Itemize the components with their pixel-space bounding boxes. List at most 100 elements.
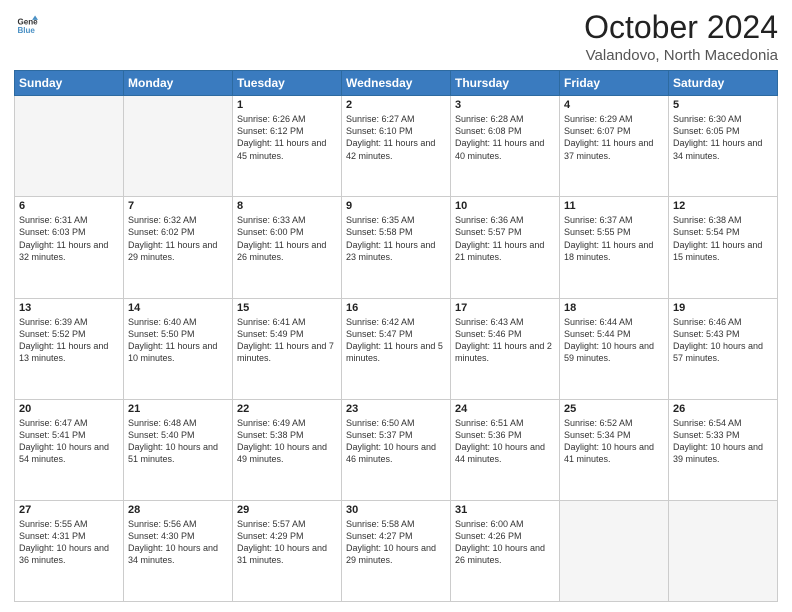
cell-info-line: Sunrise: 6:35 AM xyxy=(346,214,446,226)
day-number: 22 xyxy=(237,403,337,415)
cell-info-line: Sunrise: 6:41 AM xyxy=(237,316,337,328)
logo: General Blue xyxy=(14,14,38,36)
cell-info-line: Daylight: 11 hours and 13 minutes. xyxy=(19,340,119,364)
cell-info-line: Sunrise: 6:26 AM xyxy=(237,113,337,125)
day-number: 11 xyxy=(564,200,664,212)
day-number: 6 xyxy=(19,200,119,212)
cell-info-line: Sunset: 5:33 PM xyxy=(673,429,773,441)
cell-info-line: Daylight: 10 hours and 49 minutes. xyxy=(237,441,337,465)
cell-info-line: Sunset: 5:38 PM xyxy=(237,429,337,441)
cell-info-line: Daylight: 10 hours and 51 minutes. xyxy=(128,441,228,465)
cell-info-line: Sunset: 5:46 PM xyxy=(455,328,555,340)
cell-info-line: Sunrise: 6:42 AM xyxy=(346,316,446,328)
calendar-cell xyxy=(669,500,778,601)
calendar-cell: 13 Sunrise: 6:39 AMSunset: 5:52 PMDayligh… xyxy=(15,298,124,399)
calendar-cell: 18 Sunrise: 6:44 AMSunset: 5:44 PMDayligh… xyxy=(560,298,669,399)
cell-info-line: Sunset: 5:34 PM xyxy=(564,429,664,441)
calendar-cell: 15Sunrise: 6:41 AMSunset: 5:49 PMDayligh… xyxy=(233,298,342,399)
cell-info-line: Daylight: 10 hours and 59 minutes. xyxy=(564,340,664,364)
cell-info-line: Daylight: 11 hours and 40 minutes. xyxy=(455,137,555,161)
cell-info-line: Sunrise: 6:00 AM xyxy=(455,518,555,530)
day-number: 15 xyxy=(237,302,337,314)
calendar-cell xyxy=(124,96,233,197)
day-number: 18 xyxy=(564,302,664,314)
cell-info-line: Sunset: 5:58 PM xyxy=(346,226,446,238)
cell-info-line: Sunset: 6:07 PM xyxy=(564,125,664,137)
cell-info-line: Sunset: 6:00 PM xyxy=(237,226,337,238)
cell-info-line: Sunset: 5:36 PM xyxy=(455,429,555,441)
cell-info-line: Daylight: 11 hours and 34 minutes. xyxy=(673,137,773,161)
cell-info-line: Daylight: 10 hours and 54 minutes. xyxy=(19,441,119,465)
cell-info-line: Daylight: 11 hours and 45 minutes. xyxy=(237,137,337,161)
calendar-cell: 1 Sunrise: 6:26 AMSunset: 6:12 PMDaylight… xyxy=(233,96,342,197)
cell-info-line: Daylight: 11 hours and 37 minutes. xyxy=(564,137,664,161)
day-number: 4 xyxy=(564,99,664,111)
day-number: 13 xyxy=(19,302,119,314)
cell-info-line: Daylight: 11 hours and 2 minutes. xyxy=(455,340,555,364)
cell-info-line: Daylight: 10 hours and 34 minutes. xyxy=(128,542,228,566)
cell-info-line: Sunset: 5:37 PM xyxy=(346,429,446,441)
cell-info-line: Daylight: 11 hours and 18 minutes. xyxy=(564,239,664,263)
cell-info-line: Sunset: 5:57 PM xyxy=(455,226,555,238)
cell-info-line: Sunset: 4:31 PM xyxy=(19,530,119,542)
day-number: 12 xyxy=(673,200,773,212)
col-thursday: Thursday xyxy=(451,71,560,96)
calendar-cell: 9Sunrise: 6:35 AMSunset: 5:58 PMDaylight… xyxy=(342,197,451,298)
day-number: 31 xyxy=(455,504,555,516)
cell-info-line: Sunrise: 5:55 AM xyxy=(19,518,119,530)
cell-info-line: Daylight: 10 hours and 36 minutes. xyxy=(19,542,119,566)
day-number: 24 xyxy=(455,403,555,415)
day-number: 26 xyxy=(673,403,773,415)
col-sunday: Sunday xyxy=(15,71,124,96)
day-number: 3 xyxy=(455,99,555,111)
cell-info-line: Daylight: 11 hours and 26 minutes. xyxy=(237,239,337,263)
cell-info-line: Sunrise: 5:57 AM xyxy=(237,518,337,530)
cell-info-line: Sunset: 6:08 PM xyxy=(455,125,555,137)
cell-info-line: Daylight: 10 hours and 57 minutes. xyxy=(673,340,773,364)
calendar-cell: 7Sunrise: 6:32 AMSunset: 6:02 PMDaylight… xyxy=(124,197,233,298)
cell-info-line: Sunset: 6:03 PM xyxy=(19,226,119,238)
subtitle: Valandovo, North Macedonia xyxy=(584,47,778,64)
cell-info-line: Sunset: 5:44 PM xyxy=(564,328,664,340)
col-tuesday: Tuesday xyxy=(233,71,342,96)
calendar-week-row: 27Sunrise: 5:55 AMSunset: 4:31 PMDayligh… xyxy=(15,500,778,601)
cell-info-line: Sunrise: 6:39 AM xyxy=(19,316,119,328)
col-wednesday: Wednesday xyxy=(342,71,451,96)
calendar-cell: 29Sunrise: 5:57 AMSunset: 4:29 PMDayligh… xyxy=(233,500,342,601)
cell-info-line: Daylight: 10 hours and 46 minutes. xyxy=(346,441,446,465)
day-number: 17 xyxy=(455,302,555,314)
calendar-cell: 2Sunrise: 6:27 AMSunset: 6:10 PMDaylight… xyxy=(342,96,451,197)
day-number: 28 xyxy=(128,504,228,516)
calendar-cell: 31Sunrise: 6:00 AMSunset: 4:26 PMDayligh… xyxy=(451,500,560,601)
cell-info-line: Sunset: 6:12 PM xyxy=(237,125,337,137)
col-friday: Friday xyxy=(560,71,669,96)
cell-info-line: Sunrise: 6:32 AM xyxy=(128,214,228,226)
cell-info-line: Sunset: 5:52 PM xyxy=(19,328,119,340)
cell-info-line: Daylight: 11 hours and 42 minutes. xyxy=(346,137,446,161)
calendar-week-row: 1Sunrise: 6:26 AMSunset: 6:12 PMDaylight… xyxy=(15,96,778,197)
calendar-cell: 23Sunrise: 6:50 AMSunset: 5:37 PMDayligh… xyxy=(342,399,451,500)
calendar-cell: 28 Sunrise: 5:56 AMSunset: 4:30 PMDayligh… xyxy=(124,500,233,601)
day-number: 25 xyxy=(564,403,664,415)
cell-info-line: Daylight: 10 hours and 31 minutes. xyxy=(237,542,337,566)
day-number: 1 xyxy=(237,99,337,111)
cell-info-line: Sunset: 5:50 PM xyxy=(128,328,228,340)
day-number: 19 xyxy=(673,302,773,314)
cell-info-line: Daylight: 11 hours and 29 minutes. xyxy=(128,239,228,263)
cell-info-line: Sunrise: 6:54 AM xyxy=(673,417,773,429)
cell-info-line: Sunrise: 6:44 AM xyxy=(564,316,664,328)
calendar-cell: 24 Sunrise: 6:51 AMSunset: 5:36 PMDayligh… xyxy=(451,399,560,500)
cell-info-line: Sunrise: 6:48 AM xyxy=(128,417,228,429)
day-number: 14 xyxy=(128,302,228,314)
cell-info-line: Sunrise: 5:56 AM xyxy=(128,518,228,530)
cell-info-line: Sunrise: 6:51 AM xyxy=(455,417,555,429)
main-title: October 2024 xyxy=(584,10,778,45)
cell-info-line: Daylight: 11 hours and 15 minutes. xyxy=(673,239,773,263)
calendar-week-row: 13Sunrise: 6:39 AMSunset: 5:52 PMDayligh… xyxy=(15,298,778,399)
calendar-week-row: 20Sunrise: 6:47 AMSunset: 5:41 PMDayligh… xyxy=(15,399,778,500)
cell-info-line: Sunrise: 6:37 AM xyxy=(564,214,664,226)
cell-info-line: Daylight: 10 hours and 44 minutes. xyxy=(455,441,555,465)
day-number: 7 xyxy=(128,200,228,212)
cell-info-line: Sunset: 4:30 PM xyxy=(128,530,228,542)
cell-info-line: Sunset: 4:27 PM xyxy=(346,530,446,542)
